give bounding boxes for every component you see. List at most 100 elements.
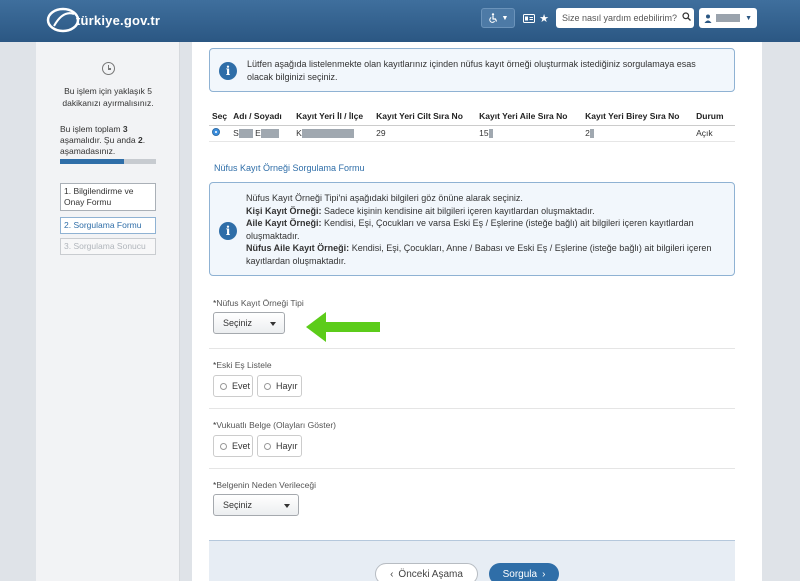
status-cell: Açık (693, 125, 735, 142)
eski-es-evet-option[interactable]: Evet (213, 375, 253, 397)
type-info-text: Nüfus Kayıt Örneği Tipi'ni aşağıdaki bil… (246, 192, 716, 267)
info-icon: i (219, 62, 237, 80)
redacted-block (589, 129, 594, 139)
place-cell: K (293, 125, 374, 142)
logo-text: türkiye.gov.tr (76, 12, 161, 28)
info-kisi-text: Sadece kişinin kendisine ait bilgileri i… (321, 205, 595, 216)
radio-icon[interactable] (220, 442, 227, 450)
col-header-birey: Kayıt Yeri Birey Sıra No (582, 108, 694, 126)
vukuatli-evet-option[interactable]: Evet (213, 435, 253, 457)
wheelchair-icon (488, 13, 497, 23)
info-line: Nüfus Kayıt Örneği Tipi'ni aşağıdaki bil… (246, 193, 523, 203)
tip-select[interactable]: Seçiniz (213, 312, 285, 334)
search-icon[interactable] (678, 12, 694, 24)
form-footer: ‹ Önceki Aşama Sorgula › (209, 540, 735, 581)
steps-note-text: aşamalıdır. Şu anda (60, 135, 138, 145)
user-name-redacted (716, 14, 740, 22)
chevron-right-icon: › (542, 568, 546, 580)
vukuatli-label: *Vukuatlı Belge (Olayları Göster) (213, 420, 336, 430)
search-input[interactable]: Size nasıl yardım edebilirim? (556, 8, 694, 28)
id-card-icon (523, 13, 536, 23)
divider (209, 408, 735, 409)
progress-fill (60, 159, 125, 164)
tip-label: *Nüfus Kayıt Örneği Tipi (213, 298, 304, 308)
table-row[interactable]: S E K 29 15 2 Açık (209, 125, 735, 142)
step-1-bilgilendirme[interactable]: 1. Bilgilendirme ve Onay Formu (60, 183, 156, 211)
col-header-name: Adı / Soyadı (230, 108, 294, 126)
chevron-left-icon: ‹ (390, 568, 394, 580)
info-nufus-label: Nüfus Aile Kayıt Örneği: (246, 243, 350, 253)
row-select-radio[interactable] (212, 128, 220, 136)
redacted-block (488, 129, 493, 139)
info-kisi-label: Kişi Kayıt Örneği: (246, 205, 322, 216)
previous-step-label: Önceki Aşama (398, 568, 463, 580)
birey-cell: 2 (582, 125, 694, 142)
chevron-down-icon: ▼ (501, 14, 509, 22)
redacted-block (301, 129, 354, 139)
caret-down-icon (270, 322, 276, 326)
card-star-group[interactable]: ★ (520, 8, 552, 28)
radio-icon[interactable] (264, 382, 271, 390)
neden-select[interactable]: Seçiniz (213, 494, 299, 516)
steps-note-text: Bu işlem toplam (60, 124, 123, 134)
aile-cell: 15 (476, 125, 583, 142)
steps-note: Bu işlem toplam 3 aşamalıdır. Şu anda 2.… (60, 124, 170, 157)
logo-swirl-icon (46, 7, 80, 33)
name-cell: S E (230, 125, 294, 142)
option-label: Evet (232, 381, 251, 391)
vukuatli-label-text: Vukuatlı Belge (Olayları Göster) (216, 420, 336, 430)
star-icon[interactable]: ★ (539, 12, 549, 25)
step-3-sonuc: 3. Sorgulama Sonucu (60, 238, 156, 255)
tip-select-value: Seçiniz (223, 318, 253, 328)
user-icon (704, 14, 712, 23)
step-2-sorgulama[interactable]: 2. Sorgulama Formu (60, 217, 156, 234)
site-logo[interactable]: türkiye.gov.tr (46, 6, 160, 34)
intro-text: Lütfen aşağıda listelenmekte olan kayıtl… (247, 59, 696, 82)
search-placeholder: Size nasıl yardım edebilirim? (562, 13, 678, 23)
divider (209, 468, 735, 469)
records-table: Seç Adı / Soyadı Kayıt Yeri İl / İlçe Ka… (209, 108, 735, 142)
accessibility-button[interactable]: ▼ (481, 8, 515, 28)
type-info-box: i Nüfus Kayıt Örneği Tipi'ni aşağıdaki b… (209, 182, 735, 276)
clock-icon (102, 62, 115, 75)
eski-es-label: *Eski Eş Listele (213, 360, 272, 370)
vukuatli-hayir-option[interactable]: Hayır (257, 435, 302, 457)
col-header-sec: Seç (209, 108, 231, 126)
radio-icon[interactable] (220, 382, 227, 390)
redacted-block (260, 129, 279, 139)
info-aile-label: Aile Kayıt Örneği: (246, 218, 322, 228)
aile-value: 15 (479, 127, 489, 138)
table-header-row: Seç Adı / Soyadı Kayıt Yeri İl / İlçe Ka… (209, 108, 735, 126)
col-header-aile: Kayıt Yeri Aile Sıra No (476, 108, 583, 126)
green-arrow-icon (306, 312, 380, 342)
steps-total: 3 (122, 124, 128, 134)
form-section-title: Nüfus Kayıt Örneği Sorgulama Formu (214, 163, 365, 173)
select-cell[interactable] (209, 125, 231, 142)
user-menu-button[interactable]: ▼ (699, 8, 757, 28)
main-content: i Lütfen aşağıda listelenmekte olan kayı… (192, 42, 762, 581)
chevron-down-icon: ▼ (745, 14, 752, 22)
neden-select-value: Seçiniz (223, 500, 253, 510)
divider (209, 348, 735, 349)
progress-sidebar: Bu işlem için yaklaşık 5 dakikanızı ayır… (36, 42, 180, 581)
intro-info-box: i Lütfen aşağıda listelenmekte olan kayı… (209, 48, 735, 92)
cilt-cell: 29 (373, 125, 477, 142)
option-label: Hayır (276, 441, 298, 451)
col-header-status: Durum (693, 108, 735, 126)
caret-down-icon (284, 504, 290, 508)
eski-es-hayir-option[interactable]: Hayır (257, 375, 302, 397)
col-header-place: Kayıt Yeri İl / İlçe (293, 108, 374, 126)
top-header: türkiye.gov.tr ▼ ★ Size nasıl yardım ede… (0, 0, 800, 42)
col-header-cilt: Kayıt Yeri Cilt Sıra No (373, 108, 477, 126)
option-label: Hayır (276, 381, 298, 391)
redacted-block (238, 129, 253, 139)
time-estimate-text: Bu işlem için yaklaşık 5 dakikanızı ayır… (62, 86, 154, 108)
progress-bar (60, 159, 156, 164)
radio-icon[interactable] (264, 442, 271, 450)
query-submit-button[interactable]: Sorgula › (489, 563, 559, 581)
eski-es-label-text: Eski Eş Listele (216, 360, 272, 370)
previous-step-button[interactable]: ‹ Önceki Aşama (375, 563, 478, 581)
query-submit-label: Sorgula (502, 568, 538, 580)
neden-label-text: Belgenin Neden Verileceği (216, 480, 317, 490)
tip-label-text: Nüfus Kayıt Örneği Tipi (216, 298, 304, 308)
